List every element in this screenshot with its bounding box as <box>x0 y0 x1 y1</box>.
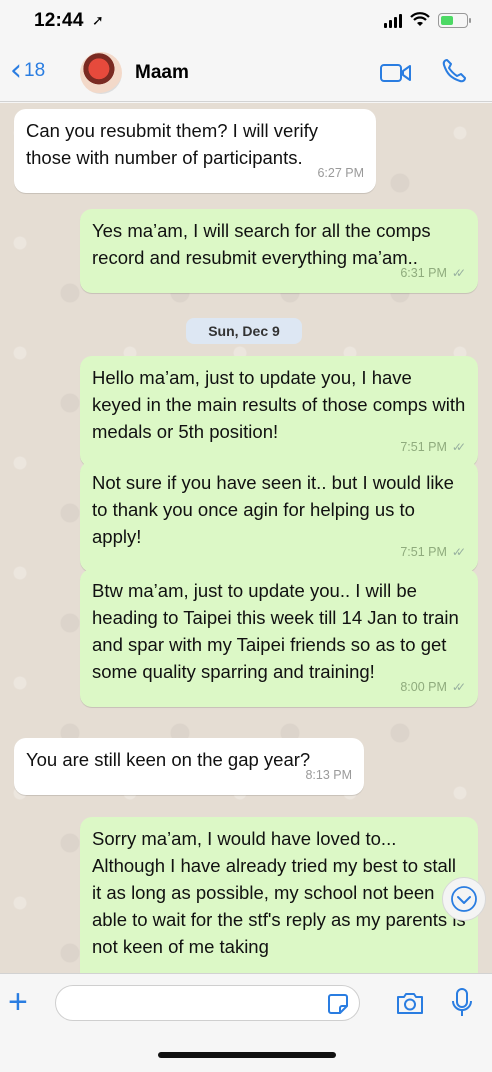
chat-area[interactable]: Can you resubmit them? I will verify tho… <box>0 103 492 973</box>
message-bubble[interactable]: Btw ma’am, just to update you.. I will b… <box>80 569 478 707</box>
message-text: Btw ma’am, just to update you.. I will b… <box>92 580 459 682</box>
battery-icon <box>438 12 471 28</box>
message-bubble[interactable]: You are still keen on the gap year? 8:13… <box>14 738 364 795</box>
message-bubble[interactable]: Not sure if you have seen it.. but I wou… <box>80 461 478 572</box>
message-time: 7:51 PM <box>400 545 447 559</box>
message-time: 6:31 PM <box>400 266 447 280</box>
message-time: 8:13 PM <box>305 768 352 782</box>
message-time: 7:51 PM <box>400 440 447 454</box>
microphone-icon[interactable] <box>451 987 473 1019</box>
back-button[interactable]: ‹ 18 <box>10 53 46 88</box>
message-text: Sorry ma’am, I would have loved to... Al… <box>92 828 466 957</box>
status-bar: 12:44 ➚ <box>0 0 492 44</box>
read-receipt-icon: ✓✓ <box>451 545 466 559</box>
message-input[interactable] <box>55 985 360 1021</box>
message-meta: 6:31 PM ✓✓ <box>400 260 466 287</box>
chevron-left-icon: ‹ <box>10 53 22 88</box>
message-meta: 6:27 PM <box>317 160 364 187</box>
video-call-icon[interactable] <box>380 63 412 83</box>
message-text: Yes ma’am, I will search for all the com… <box>92 220 431 268</box>
avatar[interactable] <box>80 52 122 94</box>
phone-call-icon[interactable] <box>440 57 468 85</box>
message-time: 6:27 PM <box>317 166 364 180</box>
wifi-icon <box>410 12 430 26</box>
back-count: 18 <box>24 60 46 81</box>
message-text: Hello ma’am, just to update you, I have … <box>92 367 466 442</box>
message-bubble[interactable]: Yes ma’am, I will search for all the com… <box>80 209 478 293</box>
location-arrow-icon: ➚ <box>92 12 104 28</box>
scroll-to-bottom-button[interactable] <box>442 877 486 921</box>
signal-icon <box>384 12 402 28</box>
message-bubble[interactable]: Sorry ma’am, I would have loved to... Al… <box>80 817 478 973</box>
status-icons <box>384 12 471 28</box>
message-meta: 8:13 PM <box>305 762 352 789</box>
message-text: Can you resubmit them? I will verify tho… <box>26 120 318 168</box>
contact-name[interactable]: Maam <box>135 62 189 84</box>
message-bubble[interactable]: Hello ma’am, just to update you, I have … <box>80 356 478 467</box>
camera-icon[interactable] <box>395 990 425 1016</box>
status-time: 12:44 <box>34 10 84 31</box>
sticker-icon[interactable] <box>326 992 350 1016</box>
message-text: Not sure if you have seen it.. but I wou… <box>92 472 454 547</box>
chevron-down-icon <box>451 886 477 912</box>
message-text: You are still keen on the gap year? <box>26 749 311 770</box>
message-time: 8:00 PM <box>400 680 447 694</box>
home-indicator[interactable] <box>158 1052 336 1058</box>
read-receipt-icon: ✓✓ <box>451 680 466 694</box>
add-attachment-button[interactable]: + <box>8 985 28 1019</box>
message-meta: 7:51 PM ✓✓ <box>400 539 466 566</box>
date-separator: Sun, Dec 9 <box>186 318 302 344</box>
message-bubble[interactable]: Can you resubmit them? I will verify tho… <box>14 109 376 193</box>
read-receipt-icon: ✓✓ <box>451 266 466 280</box>
read-receipt-icon: ✓✓ <box>451 440 466 454</box>
chat-header: ‹ 18 Maam <box>0 44 492 102</box>
message-meta: 7:51 PM ✓✓ <box>400 434 466 461</box>
message-meta: 8:00 PM ✓✓ <box>400 674 466 701</box>
